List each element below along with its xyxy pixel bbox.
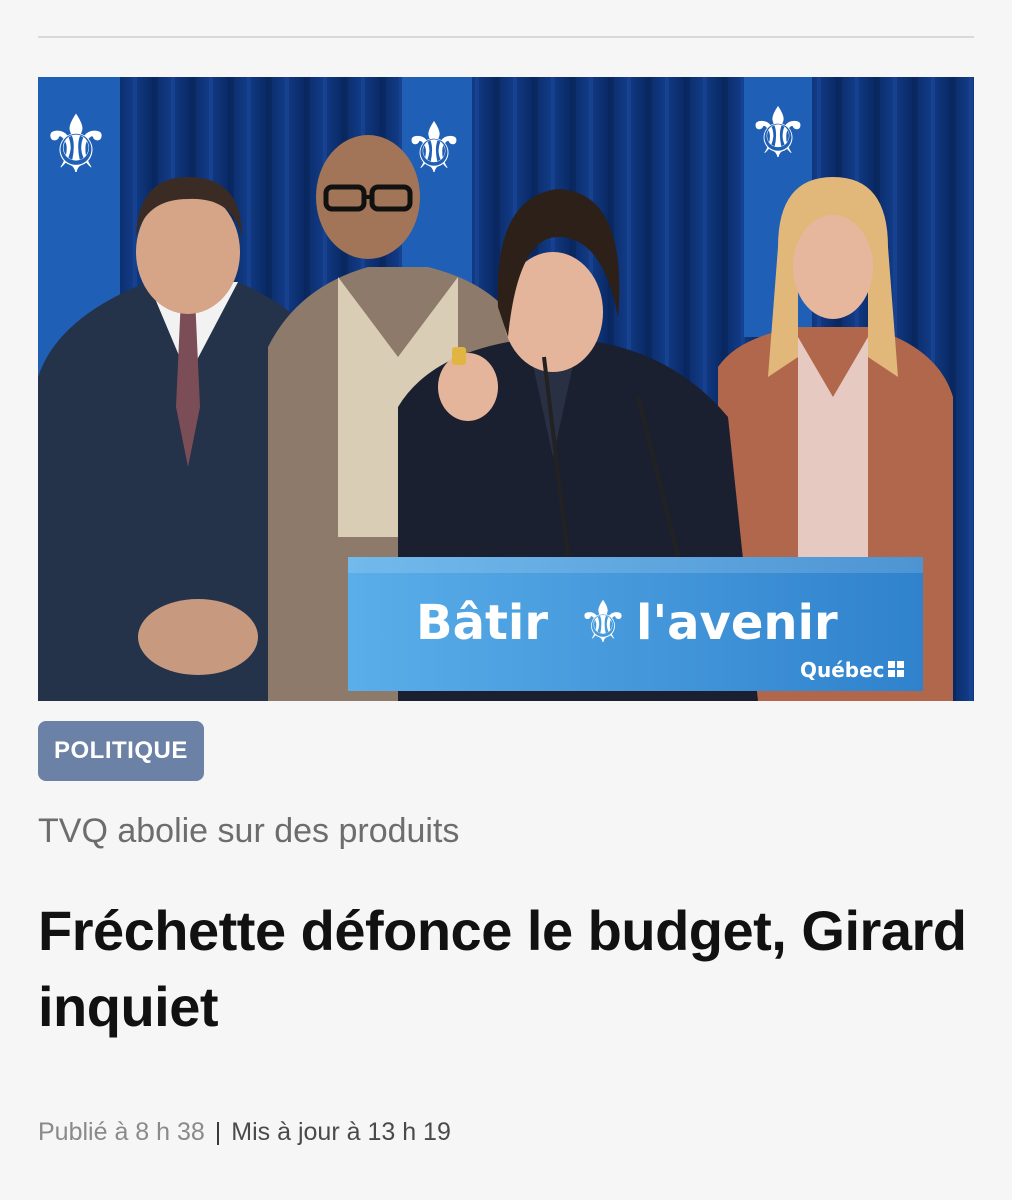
article-headline[interactable]: Fréchette défonce le budget, Girard inqu…: [38, 893, 978, 1044]
article-hero-image[interactable]: ⚜ ⚜ ⚜ Bâtir ⚜ l'avenir Québec: [38, 77, 974, 701]
article-meta: Publié à 8 h 38 | Mis à jour à 13 h 19: [38, 1118, 451, 1147]
hero-photo-illustration: ⚜ ⚜ ⚜ Bâtir ⚜ l'avenir Québec: [38, 77, 974, 701]
category-badge[interactable]: POLITIQUE: [38, 721, 204, 781]
meta-separator: |: [214, 1118, 222, 1146]
published-time: Publié à 8 h 38: [38, 1118, 205, 1146]
article-kicker: TVQ abolie sur des produits: [38, 812, 460, 850]
podium-text-avenir: l'avenir: [636, 595, 838, 651]
fleur-de-lis-icon: ⚜: [577, 588, 629, 656]
quebec-logo-icon: [888, 661, 895, 668]
podium-sign: Bâtir ⚜ l'avenir Québec: [348, 557, 923, 691]
svg-text:⚜: ⚜: [40, 98, 112, 191]
podium-text-batir: Bâtir: [416, 595, 548, 651]
svg-text:⚜: ⚜: [747, 92, 810, 174]
podium-brand-quebec: Québec: [800, 658, 885, 682]
top-divider: [38, 36, 974, 38]
updated-time: Mis à jour à 13 h 19: [231, 1118, 451, 1146]
